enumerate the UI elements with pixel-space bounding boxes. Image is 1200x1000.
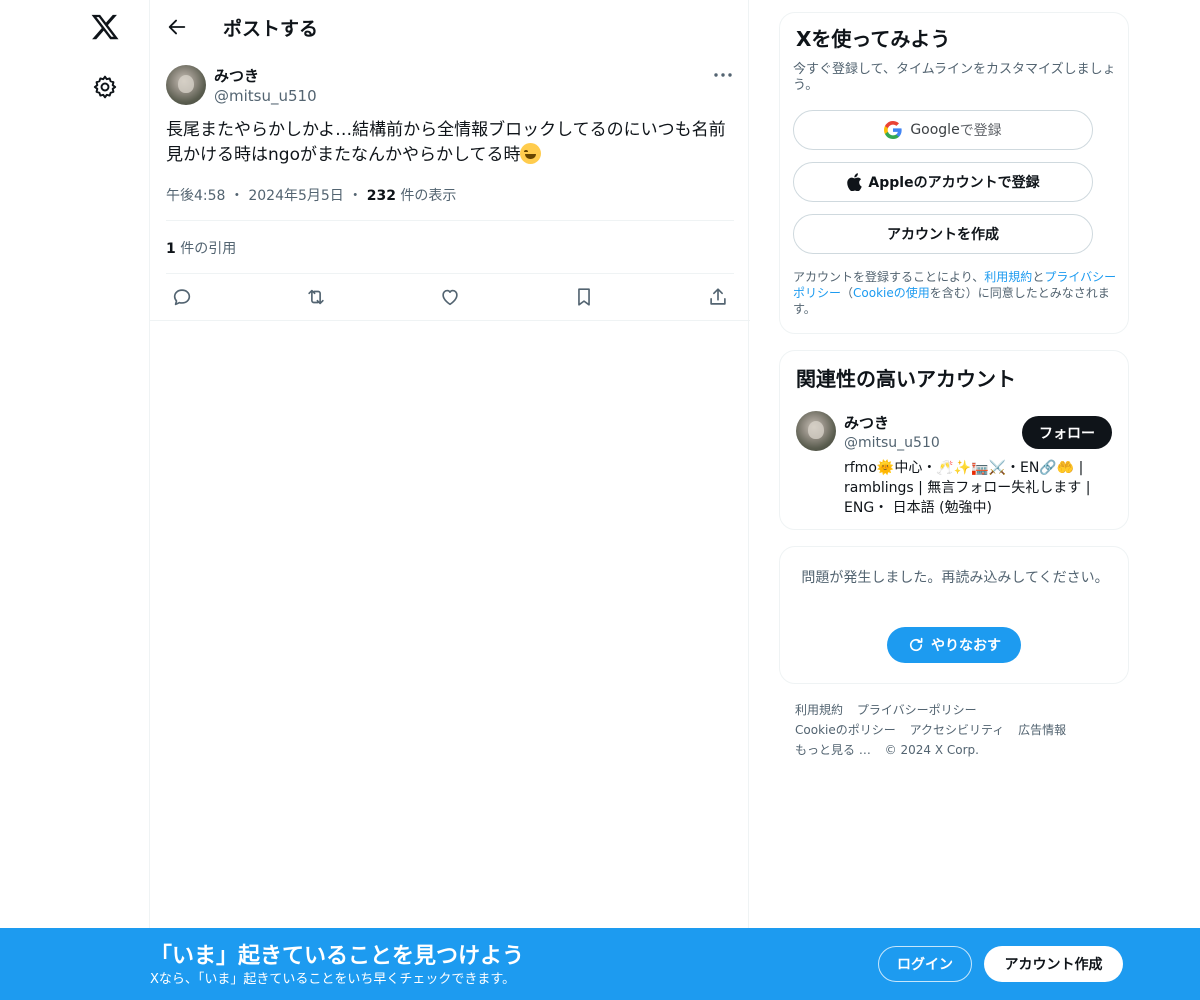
arrow-left-icon[interactable] bbox=[166, 16, 188, 38]
google-signup-label: で登録 bbox=[959, 123, 1002, 139]
views-count: 232 bbox=[366, 188, 396, 204]
apple-icon bbox=[847, 173, 863, 191]
author-name[interactable]: みつき bbox=[214, 65, 259, 86]
post-text: 長尾またやらかしかよ…結構前から全情報ブロックしてるのにいつも名前見かける時はn… bbox=[166, 118, 736, 168]
author-avatar[interactable] bbox=[166, 65, 206, 105]
google-brand-label: Google bbox=[910, 122, 960, 138]
bottom-signup-banner: 「いま」起きていることを見つけよう Xなら、「いま」起きていることをいち早くチェ… bbox=[0, 928, 1200, 1000]
views-label: 件の表示 bbox=[395, 188, 457, 204]
x-logo-icon[interactable] bbox=[90, 12, 120, 42]
meta-separator: ・ bbox=[229, 188, 244, 204]
share-icon[interactable] bbox=[707, 286, 729, 308]
post-meta: 午後4:58 ・ 2024年5月5日 ・ 232 件の表示 bbox=[166, 185, 456, 205]
legal-notice: アカウントを登録することにより、利用規約とプライバシーポリシー（Cookieの使… bbox=[793, 269, 1121, 317]
create-account-button[interactable]: アカウントを作成 bbox=[793, 214, 1093, 254]
banner-subtitle: Xなら、「いま」起きていることをいち早くチェックできます。 bbox=[150, 972, 516, 987]
meta-separator: ・ bbox=[348, 188, 363, 204]
refresh-icon bbox=[909, 637, 923, 652]
cookie-link[interactable]: Cookieの使用 bbox=[853, 286, 930, 300]
legal-and: と bbox=[1032, 270, 1045, 284]
google-signup-button[interactable]: Google で登録 bbox=[793, 110, 1093, 150]
related-avatar[interactable] bbox=[796, 411, 836, 451]
main-column: ポストする みつき @mitsu_u510 長尾またやらかしかよ…結構前から全情… bbox=[149, 0, 750, 1000]
more-options-icon[interactable] bbox=[712, 66, 734, 84]
footer-link-ads[interactable]: 広告情報 bbox=[1018, 723, 1066, 737]
post-actions bbox=[150, 274, 750, 321]
post-body: 長尾またやらかしかよ…結構前から全情報ブロックしてるのにいつも名前見かける時はn… bbox=[166, 120, 726, 165]
reply-icon[interactable] bbox=[171, 286, 193, 308]
footer-link-terms[interactable]: 利用規約 bbox=[795, 703, 843, 717]
related-handle[interactable]: @mitsu_u510 bbox=[844, 435, 940, 451]
apple-signup-button[interactable]: Appleのアカウントで登録 bbox=[793, 162, 1093, 202]
error-panel: 問題が発生しました。再読み込みしてください。 やりなおす bbox=[779, 546, 1129, 684]
page-header: ポストする bbox=[150, 0, 750, 54]
left-nav bbox=[0, 0, 150, 1000]
like-icon[interactable] bbox=[439, 286, 461, 308]
bookmark-icon[interactable] bbox=[573, 286, 595, 308]
related-bio: rfmo🌞中心・🥂✨🏣⚔️・EN🔗🤲 | ramblings | 無言フォロー失… bbox=[844, 460, 1091, 516]
repost-icon[interactable] bbox=[305, 286, 327, 308]
signup-title: Xを使ってみよう bbox=[796, 27, 951, 51]
signup-panel: Xを使ってみよう 今すぐ登録して、タイムラインをカスタマイズしましょう。 Goo… bbox=[779, 12, 1129, 334]
banner-title: 「いま」起きていることを見つけよう bbox=[150, 944, 525, 969]
error-message: 問題が発生しました。再読み込みしてください。 bbox=[801, 570, 1109, 586]
retry-button[interactable]: やりなおす bbox=[887, 627, 1021, 663]
terms-link[interactable]: 利用規約 bbox=[984, 270, 1032, 284]
signup-subtitle: 今すぐ登録して、タイムラインをカスタマイズしましょう。 bbox=[793, 62, 1116, 93]
footer-link-privacy[interactable]: プライバシーポリシー bbox=[857, 703, 977, 717]
footer-links: 利用規約 プライバシーポリシー Cookieのポリシー アクセシビリティ 広告情… bbox=[795, 700, 1115, 760]
footer-copyright: © 2024 X Corp. bbox=[884, 743, 979, 757]
related-name[interactable]: みつき bbox=[844, 412, 889, 433]
divider bbox=[166, 220, 734, 221]
footer-link-accessibility[interactable]: アクセシビリティ bbox=[910, 723, 1005, 737]
post-time[interactable]: 午後4:58 bbox=[166, 188, 225, 204]
gear-icon[interactable] bbox=[92, 74, 118, 100]
legal-prefix: アカウントを登録することにより、 bbox=[793, 270, 985, 284]
post-date[interactable]: 2024年5月5日 bbox=[248, 188, 343, 204]
related-title: 関連性の高いアカウント bbox=[796, 367, 1016, 391]
follow-button[interactable]: フォロー bbox=[1022, 416, 1112, 449]
apple-signup-label: Appleのアカウントで登録 bbox=[868, 175, 1040, 191]
quotes-link[interactable]: 1 件の引用 bbox=[166, 238, 236, 258]
author-handle[interactable]: @mitsu_u510 bbox=[214, 87, 317, 105]
signup-button[interactable]: アカウント作成 bbox=[984, 946, 1123, 982]
retry-label: やりなおす bbox=[931, 638, 1001, 654]
sweat-smile-emoji-icon bbox=[520, 143, 542, 164]
related-accounts-panel: 関連性の高いアカウント みつき @mitsu_u510 フォロー rfmo🌞中心… bbox=[779, 350, 1129, 530]
footer-link-more[interactable]: もっと見る … bbox=[795, 743, 871, 757]
quotes-count: 1 bbox=[166, 241, 176, 257]
quotes-label: 件の引用 bbox=[175, 241, 237, 257]
google-icon bbox=[884, 121, 902, 139]
create-account-label: アカウントを作成 bbox=[887, 227, 999, 243]
page-title: ポストする bbox=[223, 18, 319, 40]
login-button[interactable]: ログイン bbox=[878, 946, 972, 982]
footer-link-cookie[interactable]: Cookieのポリシー bbox=[795, 723, 896, 737]
legal-paren: （ bbox=[841, 286, 854, 300]
